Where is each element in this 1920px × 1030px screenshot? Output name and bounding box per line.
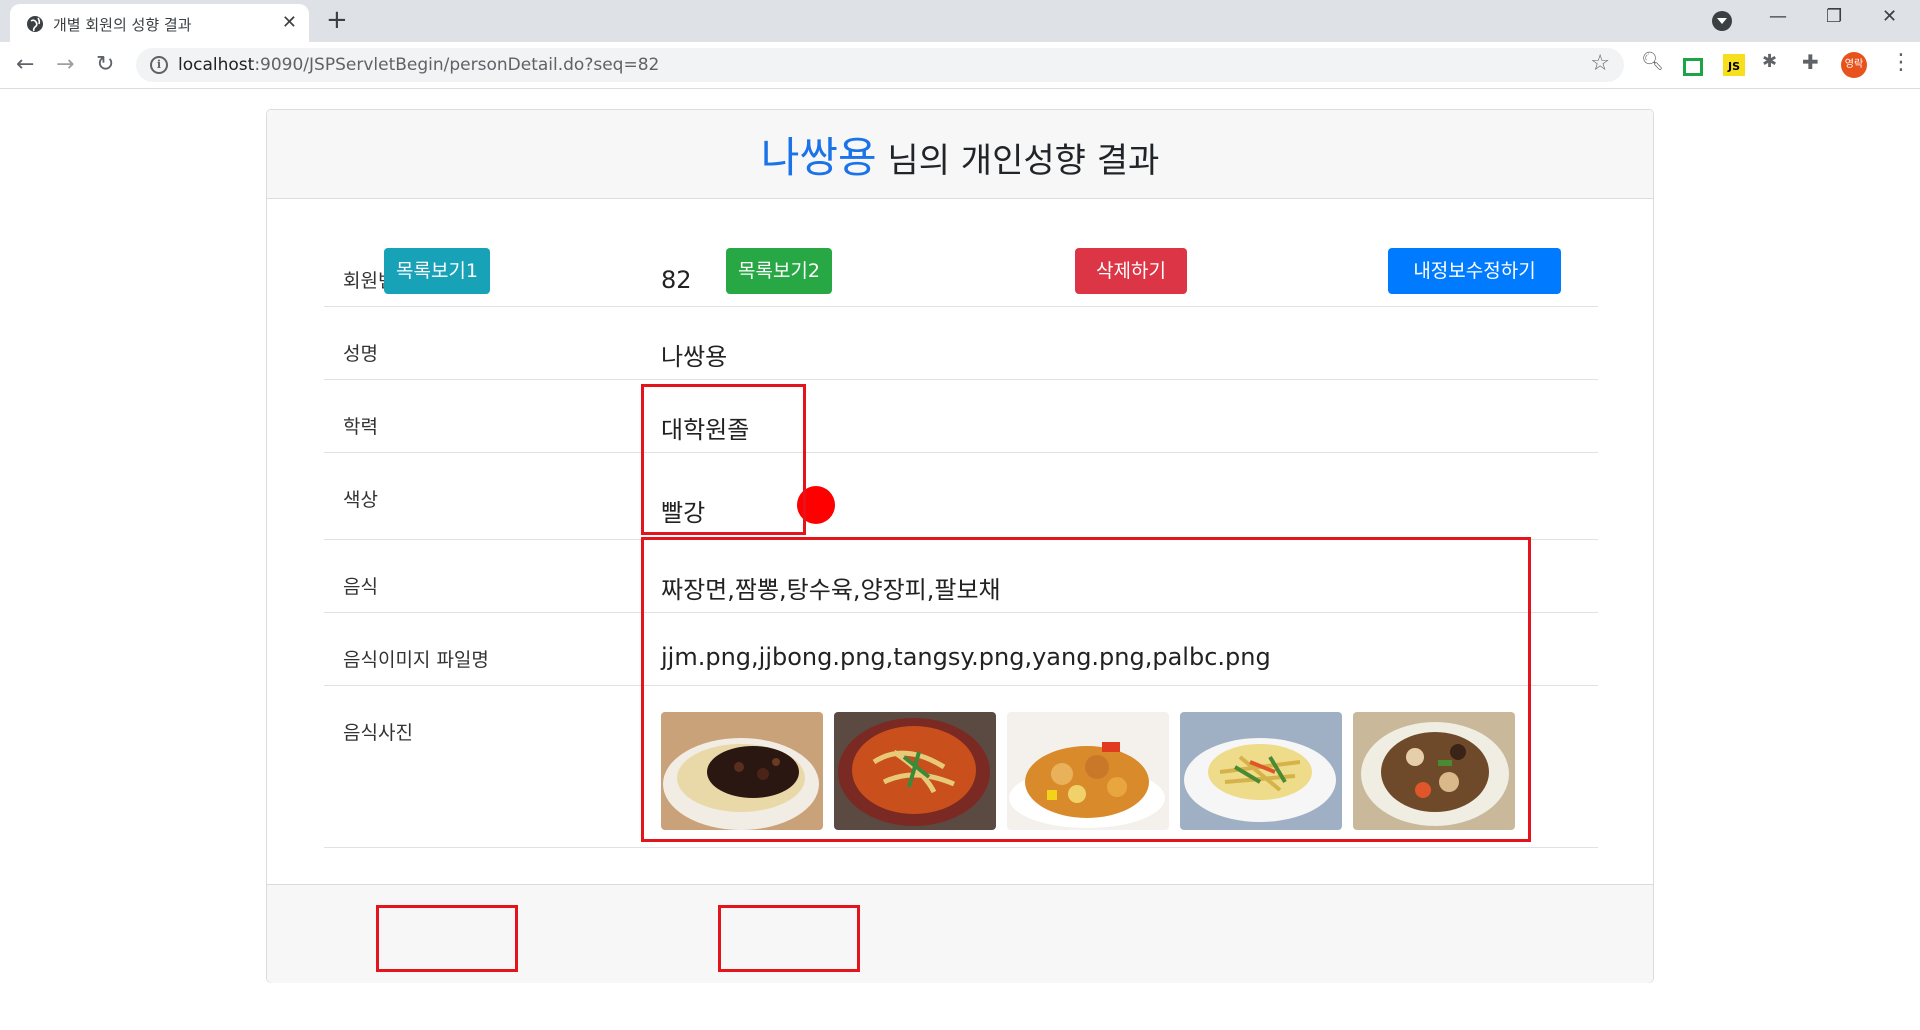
label-education: 학력 [343, 416, 378, 438]
close-icon[interactable]: ✕ [282, 12, 297, 33]
forward-icon[interactable]: → [56, 52, 74, 77]
list-view-2-button[interactable]: 목록보기2 [726, 248, 832, 294]
reload-icon[interactable]: ↻ [96, 52, 114, 77]
bookmark-star-icon[interactable]: ☆ [1590, 51, 1610, 76]
highlight-box-food [641, 537, 1531, 842]
highlight-box-education-color [641, 384, 806, 535]
restore-icon[interactable]: ❐ [1826, 6, 1842, 27]
tab-search-icon[interactable] [1712, 11, 1732, 31]
delete-button[interactable]: 삭제하기 [1075, 248, 1187, 294]
title-suffix: 님의 개인성향 결과 [876, 141, 1160, 181]
label-name: 성명 [343, 343, 378, 365]
extension-bug-icon[interactable]: ✱ [1762, 51, 1784, 73]
label-food-image-files: 음식이미지 파일명 [343, 649, 489, 671]
member-name-highlight: 나쌍용 [760, 133, 877, 182]
label-color: 색상 [343, 489, 378, 511]
browser-toolbar: ← → ↻ i localhost:9090/JSPServletBegin/p… [0, 42, 1920, 89]
new-tab-icon[interactable]: + [326, 7, 348, 33]
globe-icon [27, 16, 43, 32]
list-view-1-button[interactable]: 목록보기1 [384, 248, 490, 294]
edit-my-info-button[interactable]: 내정보수정하기 [1388, 248, 1561, 294]
label-food: 음식 [343, 576, 378, 598]
value-name: 나쌍용 [661, 343, 728, 371]
info-icon[interactable]: i [150, 56, 168, 74]
extension-js-icon[interactable]: JS [1723, 54, 1745, 76]
highlight-box-list2 [718, 905, 860, 972]
back-icon[interactable]: ← [16, 52, 34, 77]
url-text: localhost:9090/JSPServletBegin/personDet… [178, 55, 660, 75]
extension-green-icon[interactable] [1683, 58, 1703, 76]
extensions-puzzle-icon[interactable]: ✚ [1802, 50, 1824, 74]
tab-title: 개별 회원의 성향 결과 [53, 16, 192, 34]
minimize-icon[interactable]: — [1769, 6, 1787, 27]
browser-menu-icon[interactable]: ⋮ [1890, 50, 1912, 75]
row-name: 성명 나쌍용 [324, 307, 1598, 380]
browser-tab[interactable]: 개별 회원의 성향 결과 ✕ [10, 4, 309, 42]
label-food-photos: 음식사진 [343, 722, 413, 744]
highlight-box-list1 [376, 905, 518, 972]
card-header: 나쌍용 님의 개인성향 결과 [267, 110, 1653, 199]
profile-avatar[interactable]: 영락 [1841, 52, 1867, 78]
address-bar[interactable]: i localhost:9090/JSPServletBegin/personD… [136, 48, 1624, 82]
page-title: 나쌍용 님의 개인성향 결과 [267, 110, 1653, 185]
value-member-number: 82 [661, 266, 692, 294]
browser-tab-bar: 개별 회원의 성향 결과 ✕ + — ❐ ✕ [0, 0, 1920, 42]
close-window-icon[interactable]: ✕ [1882, 6, 1897, 27]
extension-magnifier-icon[interactable]: 🔍︎ [1641, 51, 1664, 73]
row-education: 학력 대학원졸 [324, 380, 1598, 453]
row-color: 색상 빨강 [324, 453, 1598, 540]
